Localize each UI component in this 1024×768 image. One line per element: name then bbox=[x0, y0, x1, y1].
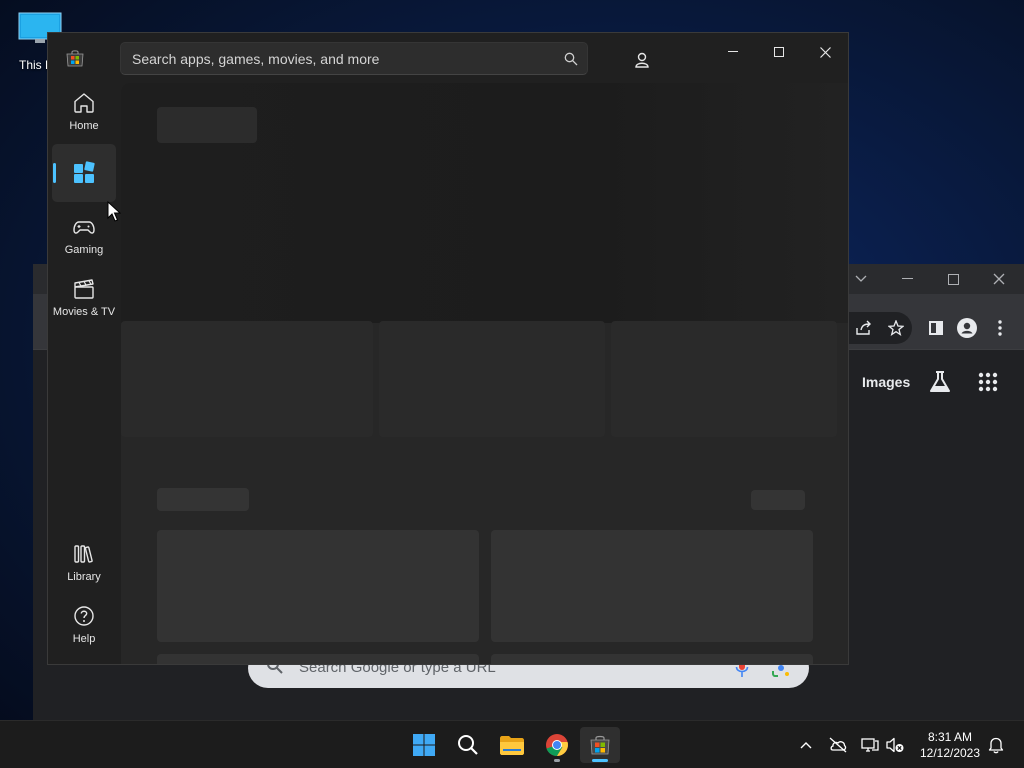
network-icon bbox=[861, 738, 879, 752]
nav-help[interactable]: Help bbox=[52, 596, 116, 654]
side-panel-icon bbox=[929, 321, 943, 335]
search-icon bbox=[458, 735, 478, 755]
close-icon bbox=[993, 273, 1005, 285]
labs-flask-icon[interactable] bbox=[929, 370, 951, 394]
profile-icon bbox=[957, 318, 977, 338]
help-icon bbox=[74, 606, 94, 626]
clock-date: 12/12/2023 bbox=[919, 746, 981, 760]
taskbar-microsoft-store[interactable] bbox=[580, 727, 620, 763]
app-card-placeholder bbox=[157, 530, 479, 642]
chevron-up-icon bbox=[800, 742, 812, 749]
nav-gaming-label: Gaming bbox=[64, 244, 104, 256]
nav-apps[interactable] bbox=[52, 144, 116, 202]
windows-logo-icon bbox=[413, 734, 435, 756]
chevron-down-icon bbox=[855, 275, 867, 282]
taskbar-file-explorer[interactable] bbox=[492, 727, 532, 763]
hero-title-placeholder bbox=[157, 107, 257, 143]
chrome-maximize-button[interactable] bbox=[930, 268, 976, 290]
onedrive-status[interactable] bbox=[828, 735, 848, 755]
notifications-button[interactable] bbox=[986, 735, 1006, 755]
hero-card-placeholder bbox=[121, 321, 373, 437]
see-all-placeholder bbox=[751, 490, 805, 510]
hero-card-placeholder bbox=[379, 321, 605, 437]
running-indicator bbox=[554, 759, 560, 762]
side-panel-button[interactable] bbox=[924, 316, 948, 340]
store-content-loading bbox=[121, 83, 848, 664]
share-icon bbox=[856, 320, 871, 335]
selection-indicator bbox=[53, 163, 56, 183]
home-icon bbox=[74, 93, 94, 113]
chrome-icon bbox=[546, 734, 568, 757]
store-search-box[interactable]: Search apps, games, movies, and more bbox=[120, 42, 588, 75]
search-icon[interactable] bbox=[564, 52, 578, 66]
start-button[interactable] bbox=[404, 727, 444, 763]
taskbar-search-button[interactable] bbox=[448, 727, 488, 763]
store-minimize-button[interactable] bbox=[710, 37, 756, 67]
nav-movies-tv-label: Movies & TV bbox=[52, 306, 116, 318]
app-card-placeholder bbox=[157, 654, 479, 664]
volume-muted-icon bbox=[886, 737, 904, 753]
library-icon bbox=[74, 545, 93, 563]
star-icon bbox=[888, 320, 904, 336]
chrome-menu-button[interactable] bbox=[988, 316, 1012, 340]
clock-time: 8:31 AM bbox=[927, 730, 973, 744]
share-button[interactable] bbox=[852, 316, 876, 340]
nav-home-label: Home bbox=[69, 120, 99, 132]
chrome-close-button[interactable] bbox=[976, 268, 1022, 290]
show-hidden-icons-button[interactable] bbox=[796, 735, 816, 755]
microsoft-store-logo-icon bbox=[66, 50, 84, 67]
cloud-offline-icon bbox=[829, 737, 847, 753]
volume-status[interactable] bbox=[885, 735, 905, 755]
user-icon bbox=[635, 52, 649, 68]
nav-library[interactable]: Library bbox=[52, 534, 116, 592]
nav-help-label: Help bbox=[72, 633, 96, 645]
google-images-link[interactable]: Images bbox=[862, 374, 910, 390]
network-status[interactable] bbox=[860, 735, 880, 755]
hero-card-placeholder bbox=[611, 321, 837, 437]
maximize-icon bbox=[774, 47, 784, 57]
account-button[interactable] bbox=[628, 46, 656, 74]
folder-icon bbox=[500, 736, 524, 755]
store-close-button[interactable] bbox=[802, 37, 848, 67]
close-icon bbox=[819, 46, 831, 58]
section-title-placeholder bbox=[157, 488, 249, 511]
bell-icon bbox=[988, 737, 1004, 754]
microsoft-store-icon bbox=[590, 735, 610, 755]
maximize-icon bbox=[947, 273, 959, 285]
microsoft-store-window[interactable]: Search apps, games, movies, and more Hom… bbox=[47, 32, 849, 665]
clapperboard-icon bbox=[74, 279, 94, 299]
mouse-cursor-icon bbox=[107, 201, 121, 222]
store-search-placeholder: Search apps, games, movies, and more bbox=[132, 51, 380, 67]
app-card-placeholder bbox=[491, 654, 813, 664]
apps-icon bbox=[74, 161, 95, 183]
nav-library-label: Library bbox=[67, 571, 101, 583]
minimize-icon bbox=[728, 51, 738, 52]
minimize-icon bbox=[901, 278, 913, 279]
nav-movies-tv[interactable]: Movies & TV bbox=[52, 269, 116, 327]
nav-home[interactable]: Home bbox=[52, 83, 116, 141]
profile-button[interactable] bbox=[955, 316, 979, 340]
gamepad-icon bbox=[73, 221, 95, 234]
active-indicator bbox=[592, 759, 608, 762]
bookmark-button[interactable] bbox=[884, 316, 908, 340]
chrome-minimize-button[interactable] bbox=[884, 268, 930, 290]
more-vert-icon bbox=[998, 320, 1002, 336]
taskbar: 8:31 AM 12/12/2023 bbox=[0, 720, 1024, 768]
taskbar-clock[interactable]: 8:31 AM 12/12/2023 bbox=[912, 729, 988, 761]
app-card-placeholder bbox=[491, 530, 813, 642]
taskbar-chrome[interactable] bbox=[537, 727, 577, 763]
store-maximize-button[interactable] bbox=[756, 37, 802, 67]
google-apps-icon[interactable] bbox=[978, 372, 998, 392]
